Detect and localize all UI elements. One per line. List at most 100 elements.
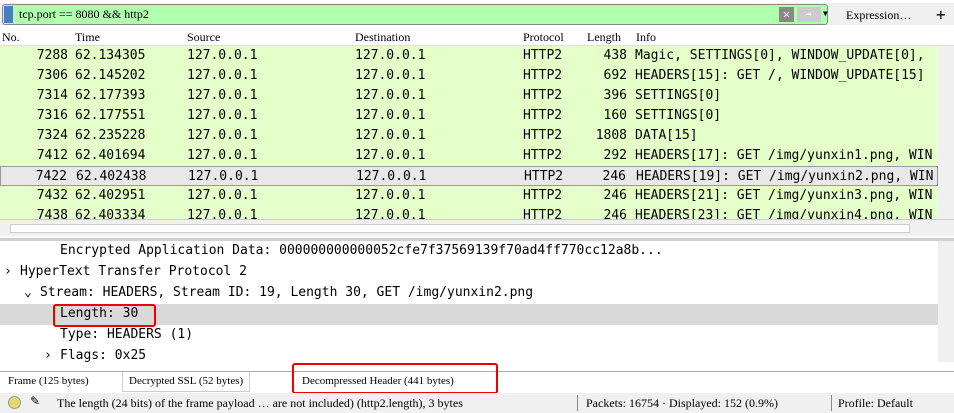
cell-time: 62.403334: [75, 208, 146, 219]
cell-len: 246: [603, 188, 627, 203]
cell-info: HEADERS[23]: GET /img/yunxin4.png, WIN: [635, 208, 933, 219]
cell-proto: HTTP2: [524, 169, 564, 184]
cell-time: 62.177551: [75, 108, 146, 123]
cell-src: 127.0.0.1: [187, 48, 258, 63]
cell-info: Magic, SETTINGS[0], WINDOW_UPDATE[0],: [635, 48, 925, 63]
detail-text: Encrypted Application Data: 000000000000…: [60, 243, 663, 258]
cell-time: 62.235228: [75, 128, 146, 143]
profile[interactable]: Profile: Default: [838, 396, 913, 411]
packet-list: No. Time Source Destination Protocol Len…: [0, 27, 954, 219]
cell-dst: 127.0.0.1: [355, 128, 426, 143]
packet-row[interactable]: 7412 62.401694 127.0.0.1 127.0.0.1 HTTP2 292 H…: [0, 146, 938, 166]
detail-item[interactable]: Encrypted Application Data: 000000000000…: [0, 241, 954, 262]
tab-frame[interactable]: Frame (125 bytes): [2, 372, 95, 392]
packet-row[interactable]: 7432 62.402951 127.0.0.1 127.0.0.1 HTTP2 246 H…: [0, 186, 938, 206]
cell-info: SETTINGS[0]: [635, 108, 722, 123]
cell-no: 7412: [36, 148, 68, 163]
cell-no: 7306: [36, 68, 68, 83]
cell-dst: 127.0.0.1: [355, 188, 426, 203]
display-filter-input[interactable]: tcp.port == 8080 && http2 ✕ ➡ ▼: [2, 4, 828, 25]
packet-row[interactable]: 7316 62.177551 127.0.0.1 127.0.0.1 HTTP2 160 S…: [0, 106, 938, 126]
filter-text[interactable]: tcp.port == 8080 && http2: [19, 7, 149, 22]
cell-time: 62.402951: [75, 188, 146, 203]
cell-no: 7288: [36, 48, 68, 63]
cell-no: 7324: [36, 128, 68, 143]
cell-src: 127.0.0.1: [187, 68, 258, 83]
cell-info: HEADERS[19]: GET /img/yunxin2.png, WIN: [636, 169, 934, 184]
highlight-box: [292, 363, 498, 394]
expand-arrow-icon[interactable]: ›: [4, 264, 12, 279]
cell-time: 62.402438: [76, 169, 147, 184]
packet-row[interactable]: 7438 62.403334 127.0.0.1 127.0.0.1 HTTP2 246 H…: [0, 206, 938, 219]
packet-list-scrollbar[interactable]: [938, 46, 954, 219]
cell-src: 127.0.0.1: [187, 188, 258, 203]
col-info[interactable]: Info: [636, 30, 656, 45]
cell-proto: HTTP2: [523, 208, 563, 219]
cell-no: 7432: [36, 188, 68, 203]
detail-text: Type: HEADERS (1): [60, 327, 194, 342]
detail-text: Stream: HEADERS, Stream ID: 19, Length 3…: [40, 285, 534, 300]
cell-time: 62.145202: [75, 68, 146, 83]
detail-text: HyperText Transfer Protocol 2: [20, 264, 247, 279]
packet-list-hscrollbar[interactable]: [0, 219, 954, 236]
details-scrollbar[interactable]: [938, 241, 954, 362]
expand-arrow-icon[interactable]: ›: [44, 348, 52, 362]
cell-len: 1808: [595, 128, 627, 143]
display-filter-toolbar: tcp.port == 8080 && http2 ✕ ➡ ▼ Expressi…: [0, 3, 954, 25]
clear-filter-icon[interactable]: ✕: [779, 7, 794, 22]
cell-len: 438: [603, 48, 627, 63]
cell-src: 127.0.0.1: [187, 128, 258, 143]
cell-info: DATA[15]: [635, 128, 698, 143]
bookmark-icon[interactable]: [4, 6, 13, 23]
cell-proto: HTTP2: [523, 128, 563, 143]
detail-item[interactable]: › Flags: 0x25: [0, 346, 954, 362]
cell-proto: HTTP2: [523, 188, 563, 203]
col-time[interactable]: Time: [75, 30, 100, 45]
cell-len: 246: [603, 208, 627, 219]
col-source[interactable]: Source: [187, 30, 220, 45]
cell-dst: 127.0.0.1: [355, 108, 426, 123]
detail-item[interactable]: ⌄ Stream: HEADERS, Stream ID: 19, Length …: [0, 283, 954, 304]
highlight-box: [53, 304, 156, 327]
cell-info: HEADERS[15]: GET /, WINDOW_UPDATE[15]: [635, 68, 925, 83]
packet-count: Packets: 16754 · Displayed: 152 (0.9%): [586, 396, 778, 410]
cell-no: 7314: [36, 88, 68, 103]
cell-info: SETTINGS[0]: [635, 88, 722, 103]
cell-dst: 127.0.0.1: [355, 208, 426, 219]
cell-len: 160: [603, 108, 627, 123]
cell-src: 127.0.0.1: [188, 169, 259, 184]
cell-dst: 127.0.0.1: [355, 48, 426, 63]
cell-proto: HTTP2: [523, 48, 563, 63]
col-destination[interactable]: Destination: [355, 30, 410, 45]
col-length[interactable]: Length: [587, 30, 621, 45]
tab-decrypted-ssl[interactable]: Decrypted SSL (52 bytes): [122, 372, 251, 392]
cell-len: 246: [602, 169, 626, 184]
cell-len: 396: [603, 88, 627, 103]
cell-info: HEADERS[17]: GET /img/yunxin1.png, WIN: [635, 148, 933, 163]
cell-no: 7422: [35, 169, 67, 184]
packet-row[interactable]: 7324 62.235228 127.0.0.1 127.0.0.1 HTTP2 1808…: [0, 126, 938, 146]
cell-proto: HTTP2: [523, 148, 563, 163]
packet-row[interactable]: 7314 62.177393 127.0.0.1 127.0.0.1 HTTP2 396 S…: [0, 86, 938, 106]
status-bar: ✎ The length (24 bits) of the frame payl…: [0, 393, 954, 413]
packet-row[interactable]: 7422 62.402438 127.0.0.1 127.0.0.1 HTTP2 246 H…: [0, 166, 938, 186]
status-message: The length (24 bits) of the frame payloa…: [57, 396, 463, 410]
packet-row[interactable]: 7306 62.145202 127.0.0.1 127.0.0.1 HTTP2 692 H…: [0, 66, 938, 86]
packet-details: Encrypted Application Data: 000000000000…: [0, 238, 954, 362]
expression-button[interactable]: Expression…: [846, 8, 911, 23]
cell-len: 292: [603, 148, 627, 163]
apply-filter-icon[interactable]: ➡: [797, 7, 821, 22]
detail-item[interactable]: Type: HEADERS (1): [0, 325, 954, 346]
col-protocol[interactable]: Protocol: [523, 30, 564, 45]
add-filter-button[interactable]: +: [936, 5, 946, 24]
cell-time: 62.177393: [75, 88, 146, 103]
expand-arrow-icon[interactable]: ⌄: [24, 285, 32, 300]
packet-row[interactable]: 7288 62.134305 127.0.0.1 127.0.0.1 HTTP2 438 M…: [0, 46, 938, 66]
filter-dropdown-icon[interactable]: ▼: [823, 9, 828, 18]
detail-text: Flags: 0x25: [60, 348, 147, 362]
edit-comment-icon[interactable]: ✎: [30, 394, 40, 409]
detail-item[interactable]: › HyperText Transfer Protocol 2: [0, 262, 954, 283]
expert-info-icon[interactable]: [8, 396, 21, 409]
col-no[interactable]: No.: [2, 30, 20, 45]
cell-dst: 127.0.0.1: [356, 169, 427, 184]
